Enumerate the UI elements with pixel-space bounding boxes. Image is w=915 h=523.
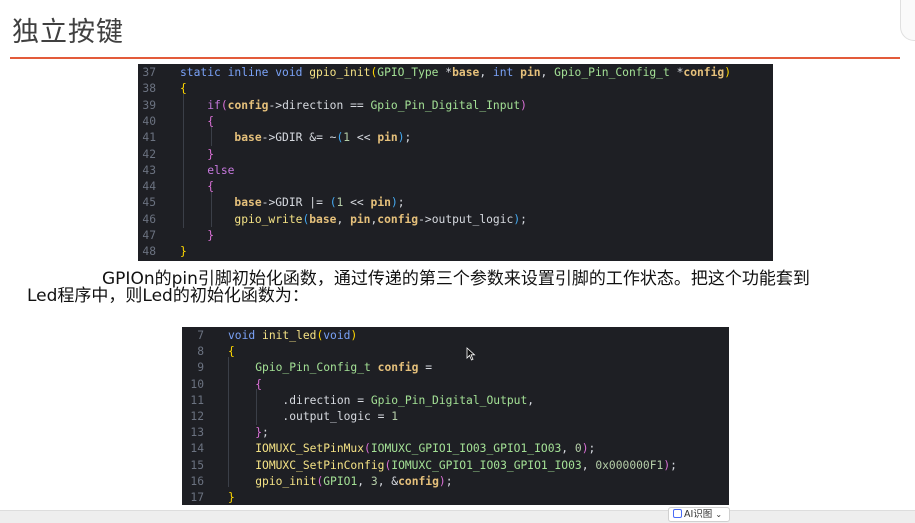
code-text: base->GDIR &= ~(1 << pin); [234, 131, 412, 145]
line-number: 7 [197, 329, 204, 342]
code-text: { [228, 345, 235, 359]
line-number: 44 [142, 180, 156, 194]
line-number: 39 [142, 98, 156, 112]
code-text: } [207, 147, 215, 161]
code-text: gpio_init(GPIO1, 3, &config); [255, 474, 453, 488]
code-line: 46 gpio_write(base, pin,config->output_l… [138, 212, 773, 228]
code-line: 14 IOMUXC_SetPinMux(IOMUXC_GPIO1_IO03_GP… [182, 441, 729, 457]
code-text: .output_logic = 1 [228, 410, 399, 423]
code-text: { [180, 82, 187, 96]
code-block-gpio-init: 37 static inline void gpio_init(GPIO_Type… [138, 64, 773, 261]
line-number: 17 [190, 491, 204, 504]
code-text: } [228, 491, 235, 504]
code-line: 37 static inline void gpio_init(GPIO_Type… [138, 65, 773, 81]
slide: 独立按键 37 static inline void gpio_init(GPIO… [0, 0, 915, 523]
code-text: Gpio_Pin_Config_t config = [255, 361, 433, 375]
code-text: base->GDIR |= (1 << pin); [234, 196, 405, 210]
code-line: 38 { [138, 81, 773, 97]
code-line: 7 void init_led(void) [182, 328, 729, 344]
code-line: 17} [182, 490, 729, 506]
code-line: 8{ [182, 344, 729, 360]
code-text: .direction = Gpio_Pin_Digital_Output, [228, 393, 535, 407]
description-text: GPIOn的pin引脚初始化函数，通过传递的第三个参数来设置引脚的工作状态。把这… [27, 271, 897, 305]
chevron-down-icon[interactable]: ⌄ [715, 510, 722, 519]
code-text: } [180, 245, 187, 259]
code-line: 11 .direction = Gpio_Pin_Digital_Output, [182, 393, 729, 409]
line-number: 40 [142, 114, 156, 128]
code-text: IOMUXC_SetPinConfig(IOMUXC_GPIO1_IO03_GP… [255, 458, 677, 472]
line-number: 46 [142, 212, 156, 226]
code-block-init-led: 7 void init_led(void) 8{9 Gpio_Pin_Config_… [182, 327, 729, 505]
code-text: { [207, 114, 215, 128]
line-number: 38 [142, 82, 156, 96]
code-text: } [207, 229, 215, 242]
code-line: 42 } [138, 147, 773, 163]
ai-recognize-button[interactable]: AI识图 ⌄ [668, 507, 730, 522]
code-text: static inline void gpio_init(GPIO_Type *… [180, 66, 732, 79]
code-line: 41 base->GDIR &= ~(1 << pin); [138, 130, 773, 146]
line-number: 14 [190, 442, 204, 456]
code-line: 44 { [138, 179, 773, 195]
line-number: 43 [142, 163, 156, 177]
line-number: 45 [142, 196, 156, 210]
line-number: 12 [190, 410, 204, 423]
line-number: 10 [190, 377, 204, 391]
ai-scan-icon [673, 509, 682, 518]
window-corner [900, 0, 915, 41]
code-text: else [207, 163, 235, 177]
bottom-toolbar [0, 510, 915, 523]
title-divider [10, 57, 900, 59]
code-line: 45 base->GDIR |= (1 << pin); [138, 195, 773, 211]
line-number: 13 [190, 426, 204, 440]
code-text: void init_led(void) [228, 329, 358, 342]
code-line: 13 }; [182, 425, 729, 441]
code-line: 40 { [138, 114, 773, 130]
line-number: 16 [190, 474, 204, 488]
code-line: 43 else [138, 163, 773, 179]
description-line-2: Led程序中，则Led的初始化函数为： [27, 286, 309, 306]
code-text: if(config->direction == Gpio_Pin_Digital… [207, 98, 527, 112]
line-number: 37 [142, 66, 156, 79]
code-line: 15 IOMUXC_SetPinConfig(IOMUXC_GPIO1_IO03… [182, 458, 729, 474]
code-line: 10 { [182, 377, 729, 393]
code-line: 48} [138, 244, 773, 260]
line-number: 41 [142, 131, 156, 145]
code-line: 16 gpio_init(GPIO1, 3, &config); [182, 474, 729, 490]
line-number: 11 [190, 393, 204, 407]
code-text: gpio_write(base, pin,config->output_logi… [234, 212, 527, 226]
line-number: 15 [190, 458, 204, 472]
ai-button-label: AI识图 [684, 509, 713, 520]
code-line: 9 Gpio_Pin_Config_t config = [182, 360, 729, 376]
code-text: }; [255, 426, 269, 440]
slide-title: 独立按键 [12, 17, 124, 48]
code-line: 39 if(config->direction == Gpio_Pin_Digi… [138, 98, 773, 114]
code-line: 47 } [138, 228, 773, 244]
line-number: 9 [197, 361, 204, 375]
code-text: IOMUXC_SetPinMux(IOMUXC_GPIO1_IO03_GPIO1… [255, 442, 596, 456]
line-number: 47 [142, 229, 156, 242]
line-number: 8 [197, 345, 204, 359]
mouse-cursor-icon [466, 347, 476, 361]
code-text: { [207, 180, 215, 194]
line-number: 48 [142, 245, 156, 259]
code-line: 12 .output_logic = 1 [182, 409, 729, 425]
line-number: 42 [142, 147, 156, 161]
code-text: { [255, 377, 263, 391]
